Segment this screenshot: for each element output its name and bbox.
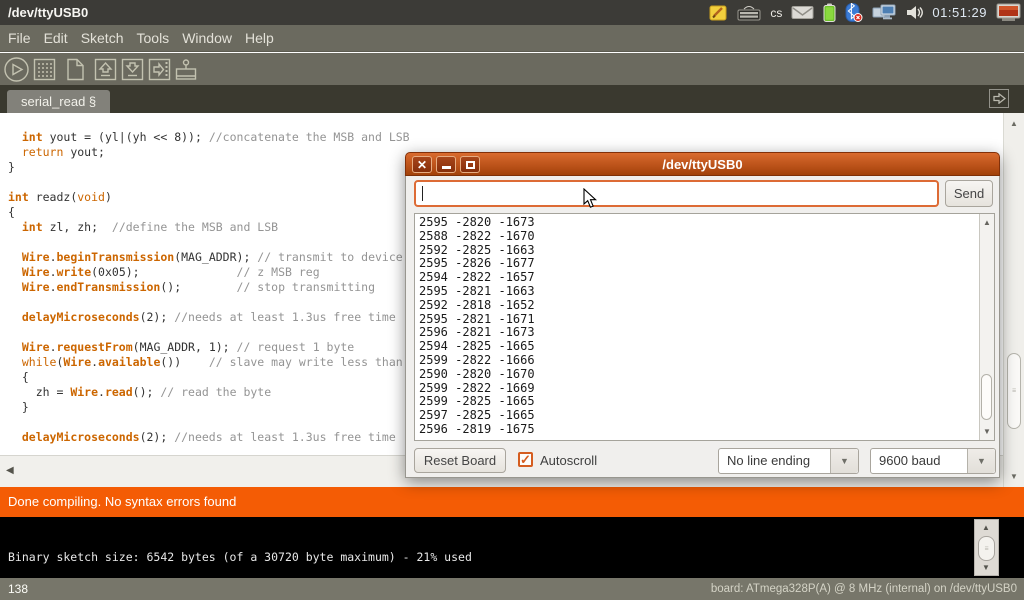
toolbar (0, 53, 1024, 85)
serial-monitor-window: ✕ /dev/ttyUSB0 Send 2595 -2820 -16732588… (405, 152, 1000, 478)
line-ending-dropdown[interactable]: No line ending ▼ (718, 448, 859, 474)
menubar: File Edit Sketch Tools Window Help (0, 25, 1024, 52)
tab-menu-button[interactable] (989, 89, 1009, 108)
board-info: board: ATmega328P(A) @ 8 MHz (internal) … (711, 583, 1017, 595)
mouse-cursor (583, 188, 598, 214)
bluetooth-icon[interactable] (845, 3, 863, 22)
serial-monitor-body: Send 2595 -2820 -16732588 -2822 -1670259… (405, 176, 1000, 478)
note-icon[interactable] (709, 4, 728, 22)
scroll-up-icon[interactable]: ▲ (982, 523, 990, 532)
keyboard-icon[interactable] (737, 5, 761, 21)
scroll-down-icon[interactable]: ▼ (983, 427, 991, 436)
new-sketch-icon[interactable] (64, 56, 88, 88)
menu-window[interactable]: Window (182, 30, 232, 46)
editor-scroll-thumb[interactable]: ≡ (1007, 353, 1021, 429)
verify-icon[interactable] (3, 56, 30, 88)
serial-line: 2588 -2822 -1670 (419, 230, 994, 244)
serial-monitor-title: /dev/ttyUSB0 (406, 153, 999, 177)
console-scrollbar[interactable]: ▲ ▼ ≡ (974, 519, 999, 576)
serial-output-area[interactable]: 2595 -2820 -16732588 -2822 -16702592 -28… (414, 213, 995, 441)
scroll-down-icon[interactable]: ▼ (982, 563, 990, 572)
serial-line: 2595 -2826 -1677 (419, 257, 994, 271)
editor-vscrollbar[interactable]: ▲ ▼ ≡ (1003, 113, 1024, 487)
console-output: Binary sketch size: 6542 bytes (of a 307… (8, 550, 472, 564)
serial-line: 2595 -2820 -1673 (419, 216, 994, 230)
serial-line: 2595 -2821 -1663 (419, 285, 994, 299)
serial-line: 2596 -2821 -1673 (419, 326, 994, 340)
serial-line: 2596 -2819 -1675 (419, 423, 994, 437)
autoscroll-label[interactable]: Autoscroll (540, 453, 597, 468)
stop-icon[interactable] (33, 56, 57, 88)
display-icon[interactable] (996, 3, 1021, 22)
tab-bar: serial_read § (0, 85, 1024, 113)
chevron-down-icon[interactable]: ▼ (830, 449, 858, 473)
line-number-indicator: 138 (8, 582, 28, 596)
autoscroll-checkbox[interactable]: ✓ (518, 452, 533, 467)
menu-edit[interactable]: Edit (44, 30, 68, 46)
serial-scrollbar[interactable]: ▲ ▼ (979, 214, 994, 440)
scroll-left-icon[interactable]: ◀ (6, 465, 14, 476)
mail-icon[interactable] (791, 5, 814, 20)
serial-monitor-titlebar[interactable]: ✕ /dev/ttyUSB0 (405, 152, 1000, 176)
serial-line: 2592 -2818 -1652 (419, 299, 994, 313)
text-caret (422, 186, 423, 201)
serial-monitor-icon[interactable] (173, 56, 199, 88)
serial-line: 2590 -2820 -1670 (419, 368, 994, 382)
menu-file[interactable]: File (8, 30, 31, 46)
serial-lines: 2595 -2820 -16732588 -2822 -16702592 -28… (415, 214, 994, 437)
build-console: Binary sketch size: 6542 bytes (of a 307… (0, 517, 1024, 578)
network-icon[interactable] (872, 4, 897, 22)
open-icon[interactable] (94, 56, 118, 88)
line-ending-value: No line ending (727, 449, 810, 473)
chevron-down-icon[interactable]: ▼ (967, 449, 995, 473)
scroll-up-icon[interactable]: ▲ (1010, 119, 1018, 128)
reset-board-button[interactable]: Reset Board (414, 448, 506, 473)
active-window-title: /dev/ttyUSB0 (0, 5, 88, 20)
serial-line: 2594 -2825 -1665 (419, 340, 994, 354)
menu-tools[interactable]: Tools (137, 30, 170, 46)
ide-footer: 138 board: ATmega328P(A) @ 8 MHz (intern… (0, 578, 1024, 600)
top-panel: /dev/ttyUSB0 cs 01:51:29 (0, 0, 1024, 25)
keyboard-layout-indicator[interactable]: cs (770, 6, 782, 20)
system-tray: cs 01:51:29 (709, 0, 1024, 25)
code-line: int yout = (yl|(yh << 8)); //concatenate… (8, 130, 1003, 145)
scroll-down-icon[interactable]: ▼ (1010, 472, 1018, 481)
serial-line: 2599 -2822 -1669 (419, 382, 994, 396)
save-icon[interactable] (121, 56, 145, 88)
battery-icon[interactable] (823, 3, 836, 22)
send-button[interactable]: Send (945, 180, 993, 207)
serial-line: 2599 -2822 -1666 (419, 354, 994, 368)
serial-line: 2592 -2825 -1663 (419, 244, 994, 258)
serial-line: 2594 -2822 -1657 (419, 271, 994, 285)
serial-line: 2597 -2825 -1665 (419, 409, 994, 423)
serial-line: 2595 -2821 -1671 (419, 313, 994, 327)
menu-sketch[interactable]: Sketch (81, 30, 124, 46)
serial-scroll-thumb[interactable] (981, 374, 992, 420)
volume-icon[interactable] (906, 5, 923, 20)
screen: /dev/ttyUSB0 cs 01:51:29 File Edit Sketc… (0, 0, 1024, 600)
console-scroll-thumb[interactable]: ≡ (978, 536, 995, 561)
baud-rate-dropdown[interactable]: 9600 baud ▼ (870, 448, 996, 474)
compile-status-bar: Done compiling. No syntax errors found (0, 487, 1024, 517)
tab-serial-read[interactable]: serial_read § (7, 90, 110, 113)
baud-rate-value: 9600 baud (879, 449, 940, 473)
upload-icon[interactable] (148, 56, 172, 88)
scroll-up-icon[interactable]: ▲ (983, 218, 991, 227)
serial-line: 2599 -2825 -1665 (419, 395, 994, 409)
clock[interactable]: 01:51:29 (932, 5, 987, 20)
menu-help[interactable]: Help (245, 30, 274, 46)
serial-send-input[interactable] (414, 180, 939, 207)
